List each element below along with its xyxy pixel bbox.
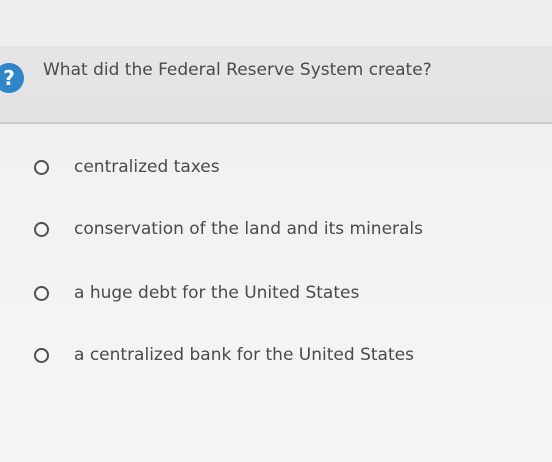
answer-option-2[interactable]: conservation of the land and its mineral…: [34, 214, 423, 244]
answer-label: a huge debt for the United States: [74, 283, 360, 303]
radio-button[interactable]: [34, 347, 49, 363]
answer-option-4[interactable]: a centralized bank for the United States: [34, 340, 414, 370]
answer-label: conservation of the land and its mineral…: [74, 219, 424, 239]
answer-options: centralized taxes conservation of the la…: [0, 0, 552, 462]
answer-option-1[interactable]: centralized taxes: [34, 152, 220, 182]
answer-label: a centralized bank for the United States: [74, 345, 414, 365]
answer-label: centralized taxes: [74, 157, 220, 177]
answer-option-3[interactable]: a huge debt for the United States: [34, 278, 359, 308]
radio-button[interactable]: [34, 159, 49, 175]
radio-button[interactable]: [34, 221, 49, 237]
radio-button[interactable]: [34, 285, 49, 301]
